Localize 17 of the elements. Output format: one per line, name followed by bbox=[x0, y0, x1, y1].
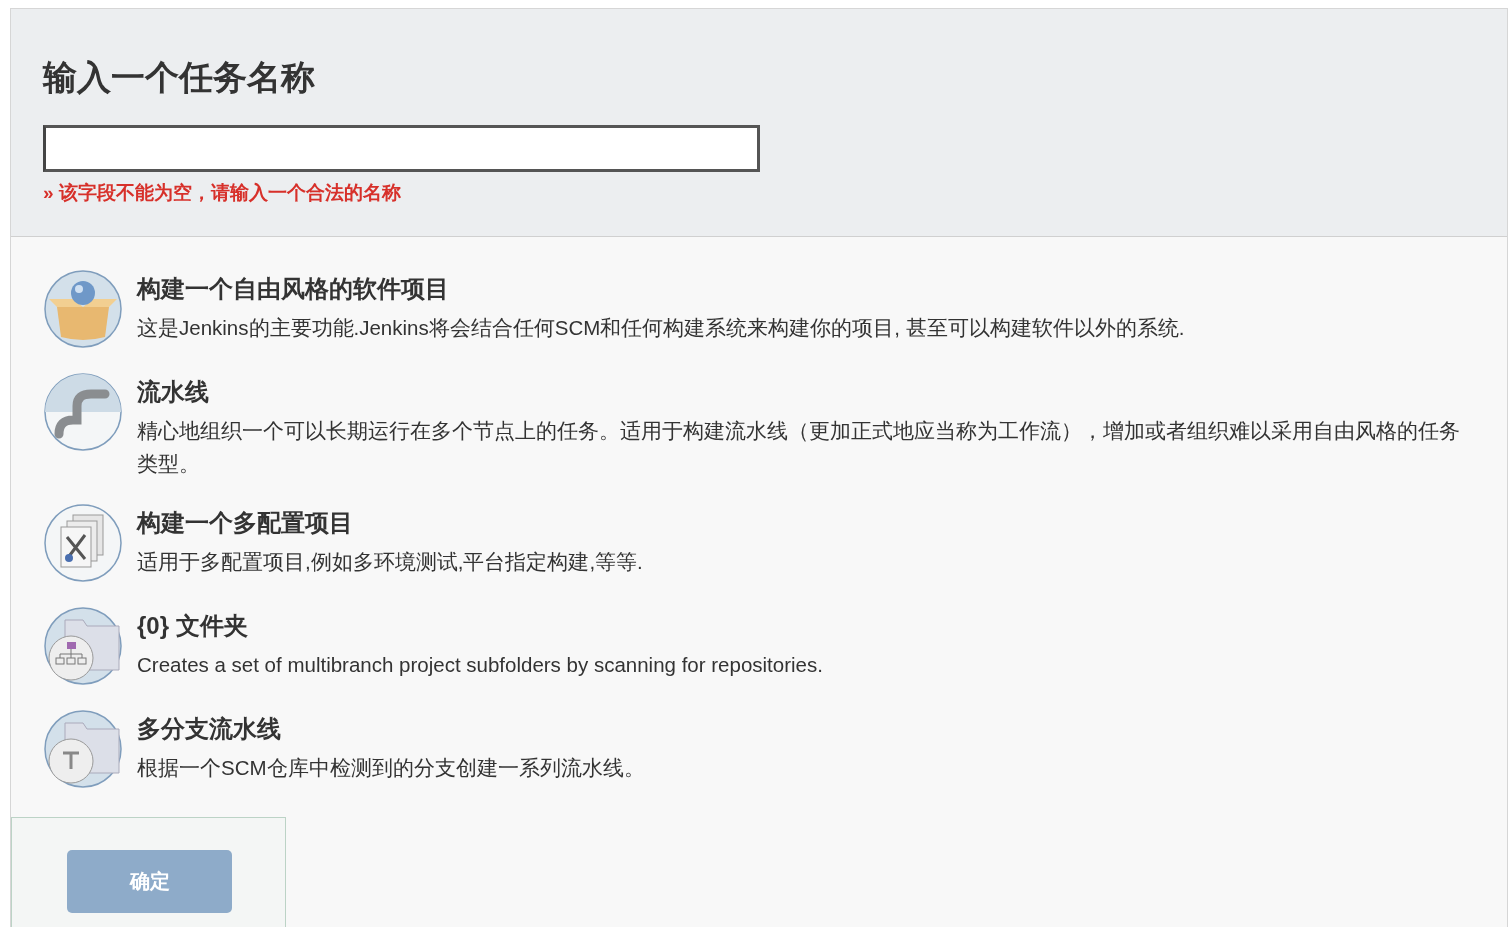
name-input-field[interactable] bbox=[43, 125, 760, 172]
job-type-description: 这是Jenkins的主要功能.Jenkins将会结合任何SCM和任何构建系统来构建你的项目, 甚至可以构建软件以外的系统. bbox=[137, 315, 1186, 341]
pipe-icon[interactable] bbox=[43, 372, 123, 452]
folder-hierarchy-icon[interactable] bbox=[43, 606, 123, 686]
job-type-description: 精心地组织一个可以长期运行在多个节点上的任务。适用于构建流水线（更加正式地应当称为工作流），增加或者组织难以采用自由风格的任务类型。 bbox=[137, 418, 1461, 477]
job-type-title[interactable]: 构建一个多配置项目 bbox=[137, 507, 1467, 539]
job-type-title[interactable]: 多分支流水线 bbox=[137, 713, 1467, 745]
job-type-description: 适用于多配置项目,例如多环境测试,平台指定构建,等等. bbox=[137, 549, 644, 575]
page-title: 输入一个任务名称 bbox=[43, 57, 316, 98]
box-icon[interactable] bbox=[43, 269, 123, 349]
job-type-title[interactable]: 流水线 bbox=[137, 376, 1467, 408]
job-type-title[interactable]: 构建一个自由风格的软件项目 bbox=[137, 273, 1467, 305]
job-type-description: Creates a set of multibranch project subfolders by scanning for repositories. bbox=[137, 652, 824, 678]
error-message: » 该字段不能为空，请输入一个合法的名称 bbox=[43, 181, 402, 205]
documents-tools-icon[interactable] bbox=[43, 503, 123, 583]
job-type-title[interactable]: {0} 文件夹 bbox=[137, 610, 1467, 642]
job-type-description: 根据一个SCM仓库中检测到的分支创建一系列流水线。 bbox=[137, 755, 646, 781]
